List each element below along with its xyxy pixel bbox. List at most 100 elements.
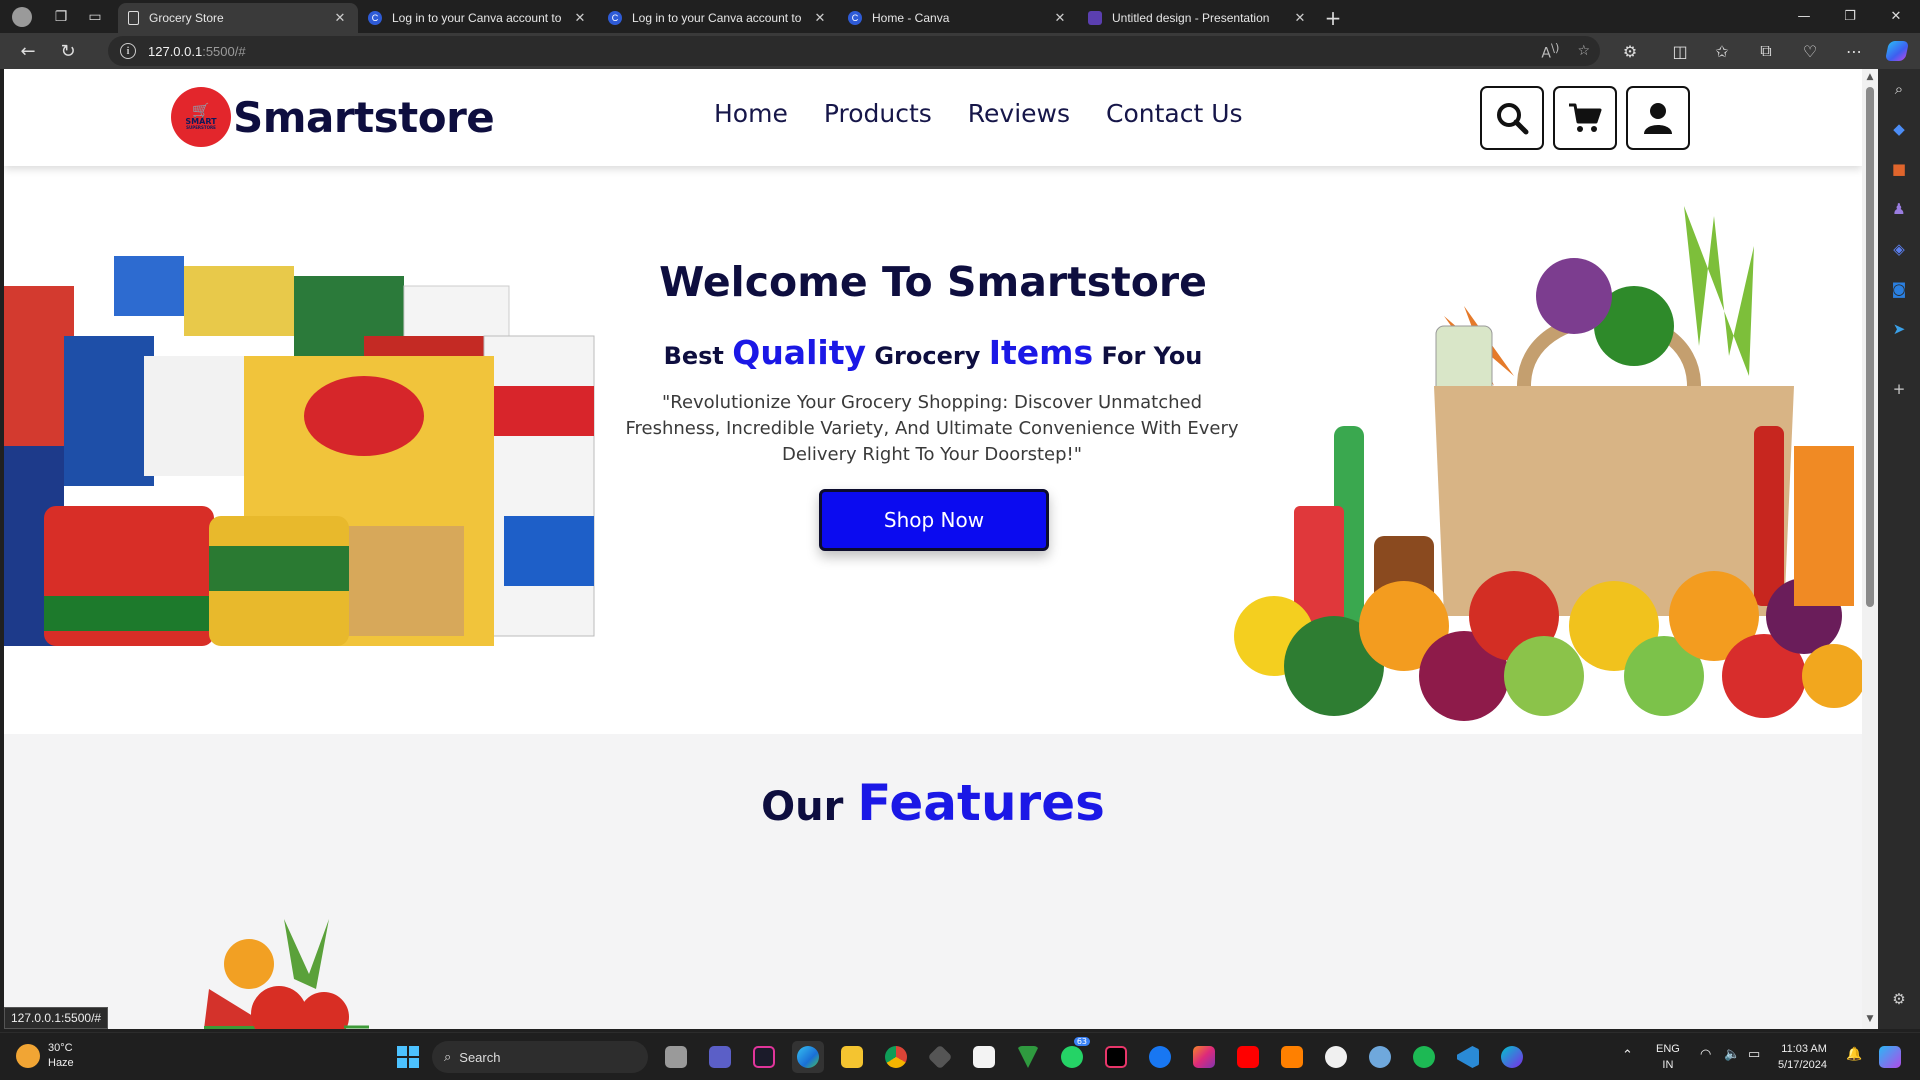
close-tab-icon[interactable]: ✕ <box>1292 10 1308 26</box>
page-scrollbar[interactable]: ▲ ▼ <box>1862 69 1878 1029</box>
scroll-down-icon[interactable]: ▼ <box>1865 1014 1875 1024</box>
windows-taskbar: 30°C Haze ⌕ Search 63 ⌃ ENG IN ◠ 🔈 ▭ 11:… <box>0 1032 1920 1080</box>
file-explorer-app[interactable] <box>836 1041 868 1073</box>
status-url-tooltip: 127.0.0.1:5500/# <box>4 1007 109 1029</box>
blogger-app[interactable] <box>1276 1041 1308 1073</box>
edge-icon <box>797 1046 819 1068</box>
edge-app[interactable] <box>792 1041 824 1073</box>
globe-icon <box>1369 1046 1391 1068</box>
battery-icon[interactable]: ▭ <box>1748 1046 1760 1062</box>
whatsapp-app[interactable]: 63 <box>1056 1037 1090 1073</box>
features-title-accent: Features <box>857 774 1105 832</box>
tab-canva-login-1[interactable]: C Log in to your Canva account to ✕ <box>358 3 598 33</box>
tab-grocery-store[interactable]: Grocery Store ✕ <box>118 3 358 33</box>
copilot-taskbar-app[interactable] <box>1874 1041 1906 1073</box>
copilot-icon[interactable] <box>1880 36 1914 66</box>
account-button[interactable] <box>1626 86 1690 150</box>
intellij-app[interactable] <box>1100 1041 1132 1073</box>
telegram-icon[interactable]: ➤ <box>1878 309 1920 349</box>
youtube-icon <box>1237 1046 1259 1068</box>
minimize-button[interactable]: — <box>1782 0 1826 33</box>
back-button[interactable]: ← <box>8 35 48 67</box>
close-tab-icon[interactable]: ✕ <box>812 10 828 26</box>
taskbar-search[interactable]: ⌕ Search <box>432 1041 648 1073</box>
vim-icon <box>1017 1046 1039 1068</box>
show-hidden-icons[interactable]: ⌃ <box>1622 1047 1633 1063</box>
vim-app[interactable] <box>1012 1041 1044 1073</box>
add-sidebar-app-icon[interactable]: + <box>1878 369 1920 409</box>
nav-products[interactable]: Products <box>824 99 932 128</box>
youtube-app[interactable] <box>1232 1041 1264 1073</box>
favorite-star-icon[interactable]: ☆ <box>1577 43 1590 59</box>
teams-app[interactable] <box>704 1041 736 1073</box>
cart-button[interactable] <box>1553 86 1617 150</box>
nav-home[interactable]: Home <box>714 99 788 128</box>
collections-icon[interactable]: ⧉ <box>1750 36 1782 66</box>
weather-widget[interactable]: 30°C Haze <box>16 1041 74 1071</box>
store-app[interactable] <box>968 1041 1000 1073</box>
favorites-icon[interactable]: ✩ <box>1706 36 1738 66</box>
vscode-app[interactable] <box>1452 1041 1484 1073</box>
canva-icon: C <box>848 11 862 25</box>
scroll-up-icon[interactable]: ▲ <box>1865 72 1875 82</box>
games-icon[interactable]: ♟ <box>1878 189 1920 229</box>
workspaces-icon[interactable]: ❐ <box>44 0 78 33</box>
outlook-icon[interactable]: ◙ <box>1878 269 1920 309</box>
close-tab-icon[interactable]: ✕ <box>1052 10 1068 26</box>
close-tab-icon[interactable]: ✕ <box>332 10 348 26</box>
chrome-app[interactable] <box>880 1041 912 1073</box>
notifications-bell-icon[interactable]: 🔔 <box>1846 1046 1862 1062</box>
tab-actions-icon[interactable]: ▭ <box>78 0 112 33</box>
shop-now-button[interactable]: Shop Now <box>819 489 1049 551</box>
read-aloud-icon[interactable]: A\) <box>1541 41 1559 62</box>
close-window-button[interactable]: ✕ <box>1874 0 1918 33</box>
browser-globe-app[interactable] <box>1364 1041 1396 1073</box>
sidebar-settings-icon[interactable]: ⚙ <box>1878 979 1920 1019</box>
refresh-button[interactable]: ↻ <box>48 35 88 67</box>
media-app[interactable] <box>748 1041 780 1073</box>
tab-canva-login-2[interactable]: C Log in to your Canva account to ✕ <box>598 3 838 33</box>
tools-icon[interactable]: ■ <box>1878 149 1920 189</box>
task-view-icon <box>665 1046 687 1068</box>
task-view-button[interactable] <box>660 1041 692 1073</box>
presentation-icon <box>1088 11 1102 25</box>
instagram-app[interactable] <box>1188 1041 1220 1073</box>
nav-reviews[interactable]: Reviews <box>968 99 1070 128</box>
extensions-icon[interactable]: ⚙ <box>1614 36 1646 66</box>
scroll-thumb[interactable] <box>1866 87 1874 607</box>
start-button[interactable] <box>392 1041 424 1073</box>
search-button[interactable] <box>1480 86 1544 150</box>
tab-untitled-design[interactable]: Untitled design - Presentation ✕ <box>1078 3 1318 33</box>
main-nav: Home Products Reviews Contact Us <box>714 99 1243 128</box>
canva-app[interactable] <box>1496 1041 1528 1073</box>
nav-contact-us[interactable]: Contact Us <box>1106 99 1243 128</box>
copilot-sidebar-icon[interactable]: ◈ <box>1878 229 1920 269</box>
github-app[interactable] <box>1320 1041 1352 1073</box>
restore-button[interactable]: ❐ <box>1828 0 1872 33</box>
wifi-icon[interactable]: ◠ <box>1700 1046 1711 1062</box>
shopping-cart-icon <box>1569 103 1602 132</box>
language-indicator[interactable]: ENG IN <box>1656 1041 1680 1073</box>
tab-home-canva[interactable]: C Home - Canva ✕ <box>838 3 1078 33</box>
shopping-tag-icon[interactable]: ◆ <box>1878 109 1920 149</box>
split-screen-icon[interactable]: ◫ <box>1664 36 1696 66</box>
facebook-app[interactable] <box>1144 1041 1176 1073</box>
more-menu-icon[interactable]: ⋯ <box>1838 36 1870 66</box>
site-logo[interactable]: 🛒 SMART SUPERSTORE Smartstore <box>171 87 495 147</box>
search-icon[interactable]: ⌕ <box>1878 69 1920 109</box>
unity-app[interactable] <box>924 1041 956 1073</box>
whatsapp-badge: 63 <box>1073 1037 1090 1046</box>
clock-date: 5/17/2024 <box>1778 1059 1827 1071</box>
close-tab-icon[interactable]: ✕ <box>572 10 588 26</box>
volume-icon[interactable]: 🔈 <box>1724 1046 1740 1062</box>
browser-essentials-icon[interactable]: ♡ <box>1794 36 1826 66</box>
info-icon[interactable]: i <box>120 43 136 59</box>
address-bar[interactable]: i 127.0.0.1 :5500/# A\) ☆ <box>108 36 1600 66</box>
clock[interactable]: 11:03 AM 5/17/2024 <box>1778 1041 1827 1073</box>
packaged-groceries-image <box>4 256 595 646</box>
spotify-app[interactable] <box>1408 1041 1440 1073</box>
profile-button[interactable] <box>0 0 44 33</box>
tab-title: Untitled design - Presentation <box>1112 11 1270 25</box>
new-tab-button[interactable]: + <box>1318 3 1348 33</box>
site-header: 🛒 SMART SUPERSTORE Smartstore Home Produ… <box>4 69 1862 166</box>
